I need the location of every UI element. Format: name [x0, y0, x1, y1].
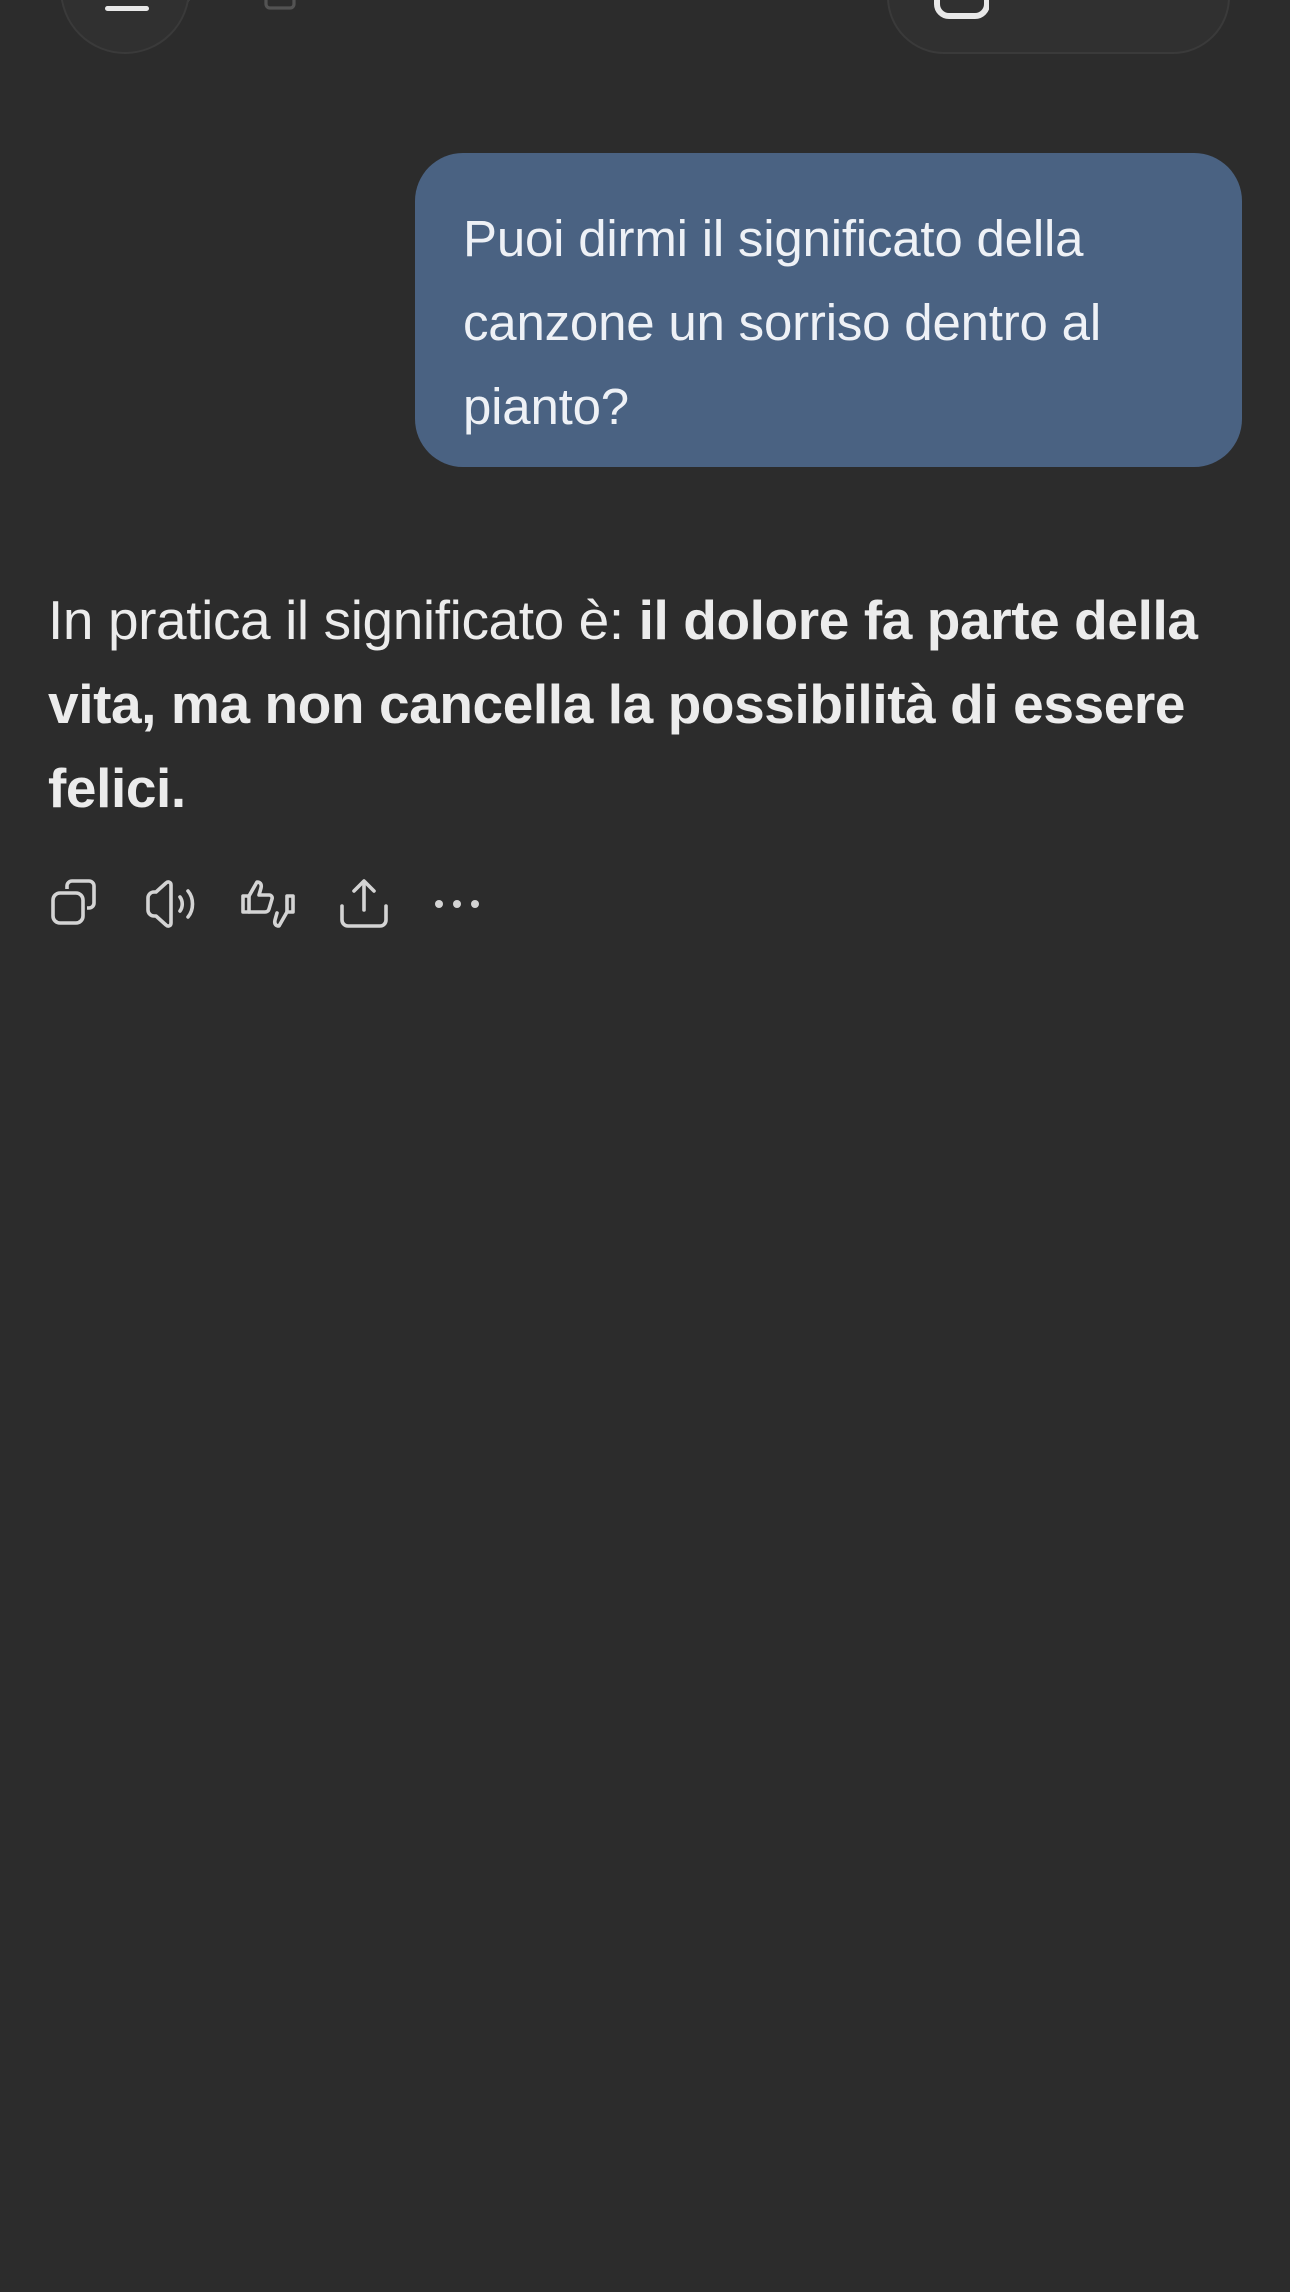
user-message-text: Puoi dirmi il significato della canzone …	[463, 210, 1101, 435]
share-icon	[340, 879, 388, 928]
read-aloud-button[interactable]	[144, 876, 200, 932]
user-message-bubble: Puoi dirmi il significato della canzone …	[415, 153, 1242, 467]
more-icon	[360, 0, 408, 21]
message-action-row	[48, 876, 522, 932]
edit-icon	[934, 0, 989, 19]
menu-button[interactable]	[60, 0, 190, 54]
more-button[interactable]	[432, 876, 482, 932]
feedback-button[interactable]	[240, 876, 296, 932]
assistant-message: In pratica il significato è: il dolore f…	[48, 578, 1258, 830]
copy-icon	[51, 879, 96, 925]
assistant-message-intro: In pratica il significato è:	[48, 589, 639, 651]
share-button[interactable]	[336, 876, 392, 932]
menu-icon	[105, 6, 149, 11]
share-icon	[256, 0, 304, 21]
new-chat-button[interactable]	[887, 0, 1230, 54]
more-icon	[435, 900, 479, 908]
speaker-icon	[146, 880, 195, 928]
thumbs-up-down-icon	[241, 880, 295, 928]
copy-button[interactable]	[48, 876, 104, 932]
